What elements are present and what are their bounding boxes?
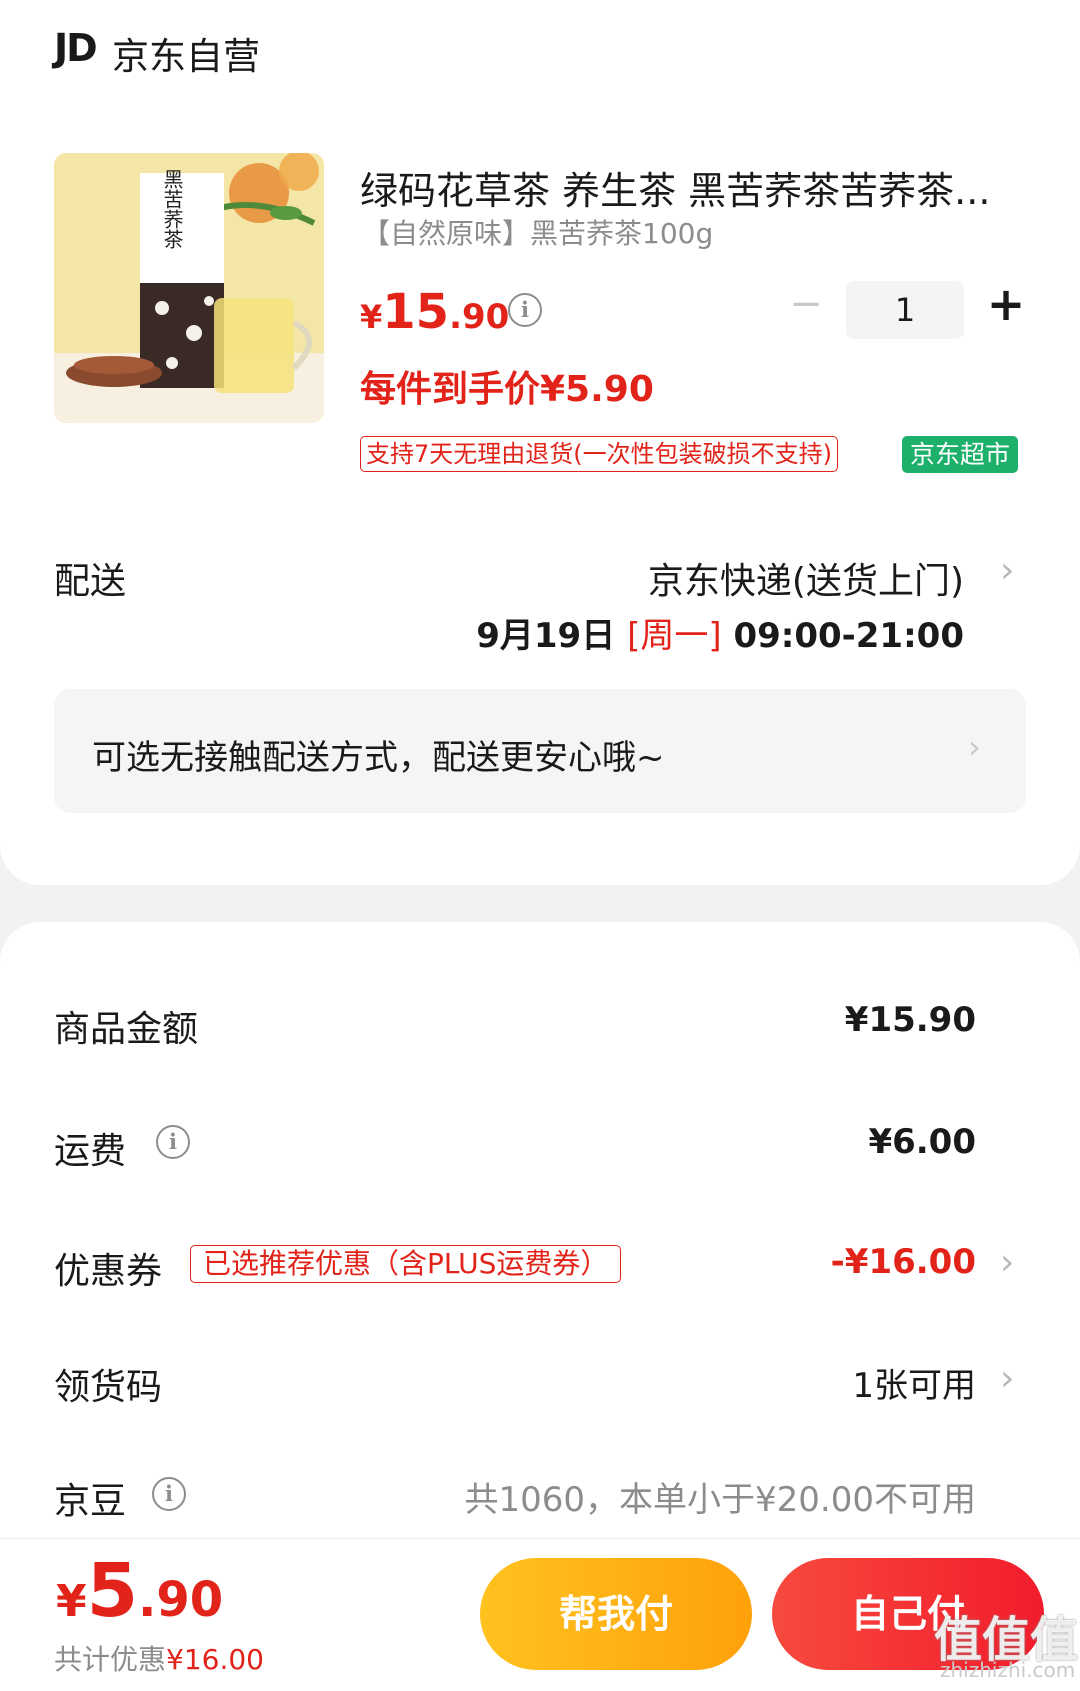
price-integer: 15: [382, 284, 450, 340]
shop-name[interactable]: 京东自营: [112, 26, 260, 80]
shipping-info-icon[interactable]: i: [156, 1125, 190, 1159]
jd-market-tag: 京东超市: [902, 436, 1019, 473]
pickup-code-chevron-icon[interactable]: ›: [1000, 1358, 1014, 1399]
price-currency: ¥: [360, 298, 383, 336]
coupon-label: 优惠券: [54, 1251, 163, 1292]
per-item-final-price: 每件到手价¥5.90: [360, 369, 654, 410]
delivery-weekday: [周一]: [627, 616, 722, 656]
delivery-method[interactable]: 京东快递(送货上门): [648, 552, 964, 604]
coupon-value[interactable]: -¥16.00: [831, 1242, 976, 1282]
jd-beans-value: 共1060，本单小于¥20.00不可用: [464, 1480, 977, 1520]
quantity-plus-button[interactable]: +: [986, 281, 1026, 327]
total-price: ¥5.90: [56, 1548, 223, 1634]
price-decimal: .90: [449, 297, 510, 337]
product-spec[interactable]: 【自然原味】黑苦荞茶100g: [362, 212, 713, 252]
delivery-time[interactable]: 9月19日 [周一] 09:00-21:00: [476, 608, 964, 657]
package-text: 黑苦荞茶: [160, 169, 184, 249]
goods-amount-label: 商品金额: [54, 1009, 199, 1050]
product-price: ¥15.90: [360, 284, 509, 340]
total-decimal: .90: [138, 1572, 224, 1628]
shipping-label: 运费: [54, 1131, 127, 1172]
total-integer: 5: [86, 1548, 139, 1634]
delivery-date: 9月19日: [476, 616, 616, 656]
jd-beans-label: 京豆: [54, 1481, 127, 1522]
delivery-time-range: 09:00-21:00: [733, 616, 964, 656]
pickup-code-value[interactable]: 1张可用: [852, 1358, 976, 1407]
coupon-selected-tag[interactable]: 已选推荐优惠（含PLUS运费券）: [190, 1245, 622, 1283]
watermark-url: zhizhizhi.com: [940, 1658, 1076, 1682]
contactless-delivery-text: 可选无接触配送方式，配送更安心哦~: [92, 738, 665, 778]
product-image-art: 黑苦荞茶: [54, 153, 324, 423]
quantity-input[interactable]: 1: [846, 281, 964, 339]
product-image[interactable]: 黑苦荞茶: [54, 153, 324, 423]
product-title[interactable]: 绿码花草茶 养生茶 黑苦荞茶苦荞茶...: [360, 160, 990, 215]
total-saved[interactable]: 共计优惠¥16.00: [54, 1638, 264, 1678]
return-policy-tag: 支持7天无理由退货(一次性包装破损不支持): [360, 436, 838, 472]
shipping-value: ¥6.00: [868, 1122, 976, 1162]
pickup-code-label: 领货码: [54, 1367, 163, 1408]
help-me-pay-button[interactable]: 帮我付: [480, 1558, 752, 1670]
goods-amount-value: ¥15.90: [844, 1000, 976, 1040]
total-saved-prefix: 共计优惠: [54, 1643, 167, 1676]
coupon-chevron-icon[interactable]: ›: [1000, 1242, 1014, 1283]
total-currency: ¥: [56, 1576, 87, 1627]
delivery-label: 配送: [54, 561, 127, 602]
jd-beans-info-icon[interactable]: i: [152, 1477, 186, 1511]
delivery-chevron-icon[interactable]: ›: [1000, 550, 1014, 591]
total-saved-value: ¥16.00: [166, 1643, 264, 1676]
quantity-minus-button[interactable]: −: [788, 284, 824, 324]
jd-logo: JD: [54, 26, 98, 70]
banner-chevron-icon[interactable]: ›: [968, 728, 981, 766]
price-info-icon[interactable]: i: [508, 293, 542, 327]
